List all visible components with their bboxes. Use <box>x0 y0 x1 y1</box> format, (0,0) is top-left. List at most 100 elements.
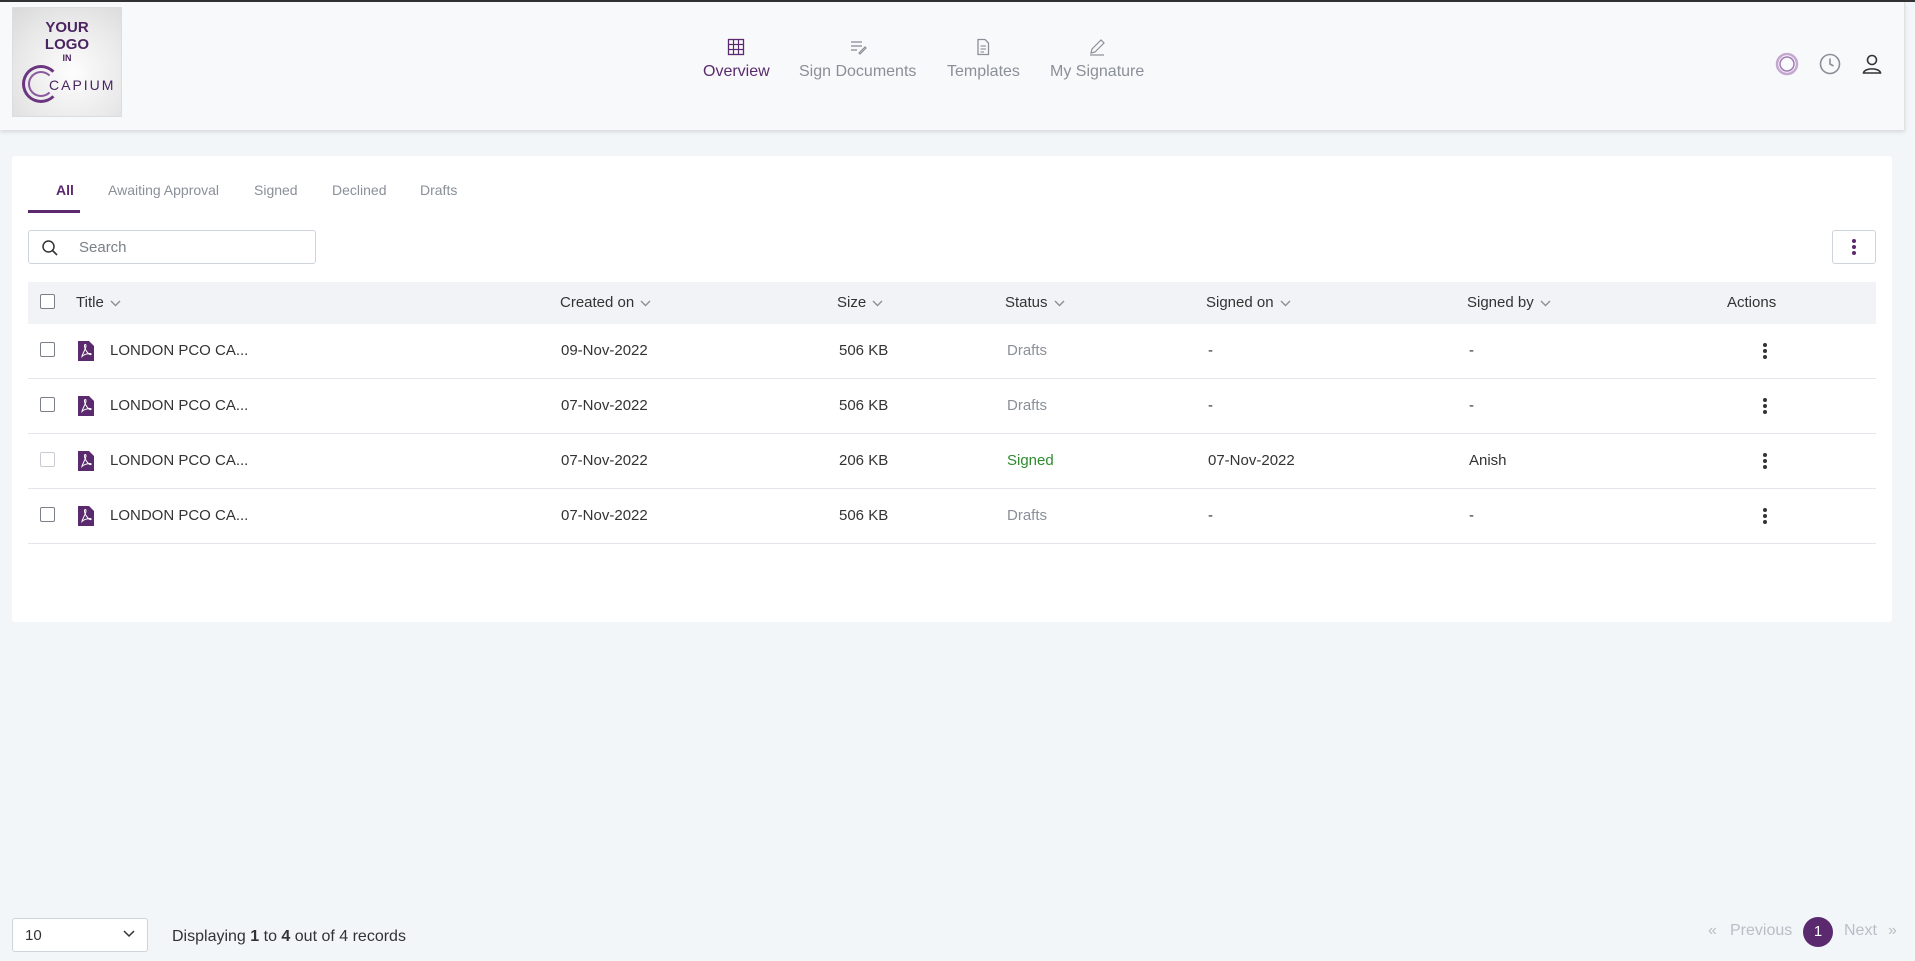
active-tab-indicator <box>28 210 80 213</box>
chevron-down-icon <box>123 930 135 938</box>
records-to: 4 <box>281 928 291 945</box>
chevron-down-icon <box>1540 300 1551 307</box>
row-title[interactable]: LONDON PCO CA... <box>110 507 248 524</box>
row-signed-on: 07-Nov-2022 <box>1208 452 1295 469</box>
tab-declined[interactable]: Declined <box>332 182 386 212</box>
row-actions-button[interactable] <box>1753 448 1777 474</box>
more-vertical-icon <box>1763 341 1767 361</box>
row-checkbox[interactable] <box>40 507 55 522</box>
column-created-on-label: Created on <box>560 294 635 311</box>
more-options-button[interactable] <box>1832 230 1876 264</box>
column-signed-by-label: Signed by <box>1467 294 1534 311</box>
row-status: Signed <box>1007 452 1054 469</box>
nav-sign-documents[interactable]: Sign Documents <box>799 38 916 81</box>
pdf-file-icon <box>78 451 94 471</box>
column-size-label: Size <box>837 294 867 311</box>
row-checkbox[interactable] <box>40 342 55 357</box>
page-1-button[interactable]: 1 <box>1803 917 1833 947</box>
pdf-file-icon <box>78 506 94 526</box>
main-nav: Overview Sign Documents Templates My Sig… <box>0 2 1904 130</box>
column-status-label: Status <box>1005 294 1048 311</box>
records-summary: Displaying 1 to 4 out of 4 records <box>172 928 406 946</box>
pdf-file-icon <box>78 396 94 416</box>
row-signed-on: - <box>1208 342 1213 359</box>
chevron-down-icon <box>872 300 883 307</box>
nav-templates-label: Templates <box>947 63 1020 80</box>
displaying-prefix: Displaying <box>172 928 246 945</box>
row-created-on: 07-Nov-2022 <box>561 507 648 524</box>
nav-templates[interactable]: Templates <box>947 38 1020 81</box>
column-title[interactable]: Title <box>76 294 121 311</box>
records-from: 1 <box>250 928 260 945</box>
table-row[interactable]: LONDON PCO CA... 07-Nov-2022 506 KB Draf… <box>28 379 1876 434</box>
tab-signed[interactable]: Signed <box>254 182 298 212</box>
tab-drafts[interactable]: Drafts <box>420 182 457 212</box>
next-arrows-icon[interactable]: » <box>1888 922 1897 940</box>
more-vertical-icon <box>1763 396 1767 416</box>
more-vertical-icon <box>1852 237 1856 257</box>
row-created-on: 07-Nov-2022 <box>561 397 648 414</box>
row-signed-on: - <box>1208 507 1213 524</box>
row-signed-by: - <box>1469 397 1474 414</box>
pdf-file-icon <box>78 341 94 361</box>
tab-awaiting-approval[interactable]: Awaiting Approval <box>108 182 219 212</box>
records-to-word: to <box>263 928 277 945</box>
chevron-down-icon <box>1280 300 1291 307</box>
table-row[interactable]: LONDON PCO CA... 07-Nov-2022 206 KB Sign… <box>28 434 1876 489</box>
row-signed-by: Anish <box>1469 452 1507 469</box>
table-row[interactable]: LONDON PCO CA... 09-Nov-2022 506 KB Draf… <box>28 324 1876 379</box>
chevron-down-icon <box>110 300 121 307</box>
nav-overview-label: Overview <box>703 63 770 80</box>
row-created-on: 09-Nov-2022 <box>561 342 648 359</box>
column-created-on[interactable]: Created on <box>560 294 651 311</box>
more-vertical-icon <box>1763 506 1767 526</box>
select-all-checkbox[interactable] <box>40 294 55 309</box>
column-size[interactable]: Size <box>837 294 883 311</box>
nav-sign-documents-label: Sign Documents <box>799 63 917 80</box>
row-title[interactable]: LONDON PCO CA... <box>110 452 248 469</box>
nav-overview[interactable]: Overview <box>703 38 770 81</box>
records-total: out of 4 records <box>294 928 406 945</box>
column-signed-on-label: Signed on <box>1206 294 1274 311</box>
row-title[interactable]: LONDON PCO CA... <box>110 342 248 359</box>
clock-icon[interactable] <box>1818 52 1842 76</box>
capium-c-icon[interactable]: C <box>1775 52 1799 76</box>
row-signed-on: - <box>1208 397 1213 414</box>
search-input[interactable] <box>79 231 309 263</box>
row-status: Drafts <box>1007 397 1048 414</box>
row-actions-button[interactable] <box>1753 338 1777 364</box>
user-icon[interactable] <box>1860 52 1884 76</box>
top-header: YOUR LOGO IN CAPIUM Overview Sign Docume… <box>0 2 1905 130</box>
svg-text:C: C <box>1783 60 1790 71</box>
column-signed-on[interactable]: Signed on <box>1206 294 1291 311</box>
more-vertical-icon <box>1763 451 1767 471</box>
row-actions-button[interactable] <box>1753 503 1777 529</box>
next-page-button[interactable]: Next <box>1844 922 1877 940</box>
nav-my-signature[interactable]: My Signature <box>1050 38 1144 81</box>
row-status: Drafts <box>1007 507 1048 524</box>
chevron-down-icon <box>1054 300 1065 307</box>
documents-card: All Awaiting Approval Signed Declined Dr… <box>12 156 1892 622</box>
search-icon <box>42 240 58 256</box>
nav-my-signature-label: My Signature <box>1050 63 1145 80</box>
sign-documents-icon <box>799 38 916 60</box>
page-size-value: 10 <box>25 927 42 944</box>
row-actions-button[interactable] <box>1753 393 1777 419</box>
row-size: 206 KB <box>839 452 889 469</box>
row-status: Drafts <box>1007 342 1048 359</box>
row-signed-by: - <box>1469 507 1474 524</box>
grid-icon <box>703 38 770 60</box>
row-checkbox[interactable] <box>40 397 55 412</box>
column-status[interactable]: Status <box>1005 294 1065 311</box>
page-size-select[interactable]: 10 <box>12 918 148 952</box>
row-signed-by: - <box>1469 342 1474 359</box>
tab-all[interactable]: All <box>56 182 74 212</box>
row-size: 506 KB <box>839 397 889 414</box>
row-title[interactable]: LONDON PCO CA... <box>110 397 248 414</box>
previous-arrows-icon[interactable]: « <box>1708 922 1717 940</box>
pen-icon <box>1050 38 1144 60</box>
table-row[interactable]: LONDON PCO CA... 07-Nov-2022 506 KB Draf… <box>28 489 1876 544</box>
previous-page-button[interactable]: Previous <box>1730 922 1792 940</box>
column-signed-by[interactable]: Signed by <box>1467 294 1551 311</box>
documents-table: Title Created on Size Status Signed on S… <box>28 282 1876 544</box>
